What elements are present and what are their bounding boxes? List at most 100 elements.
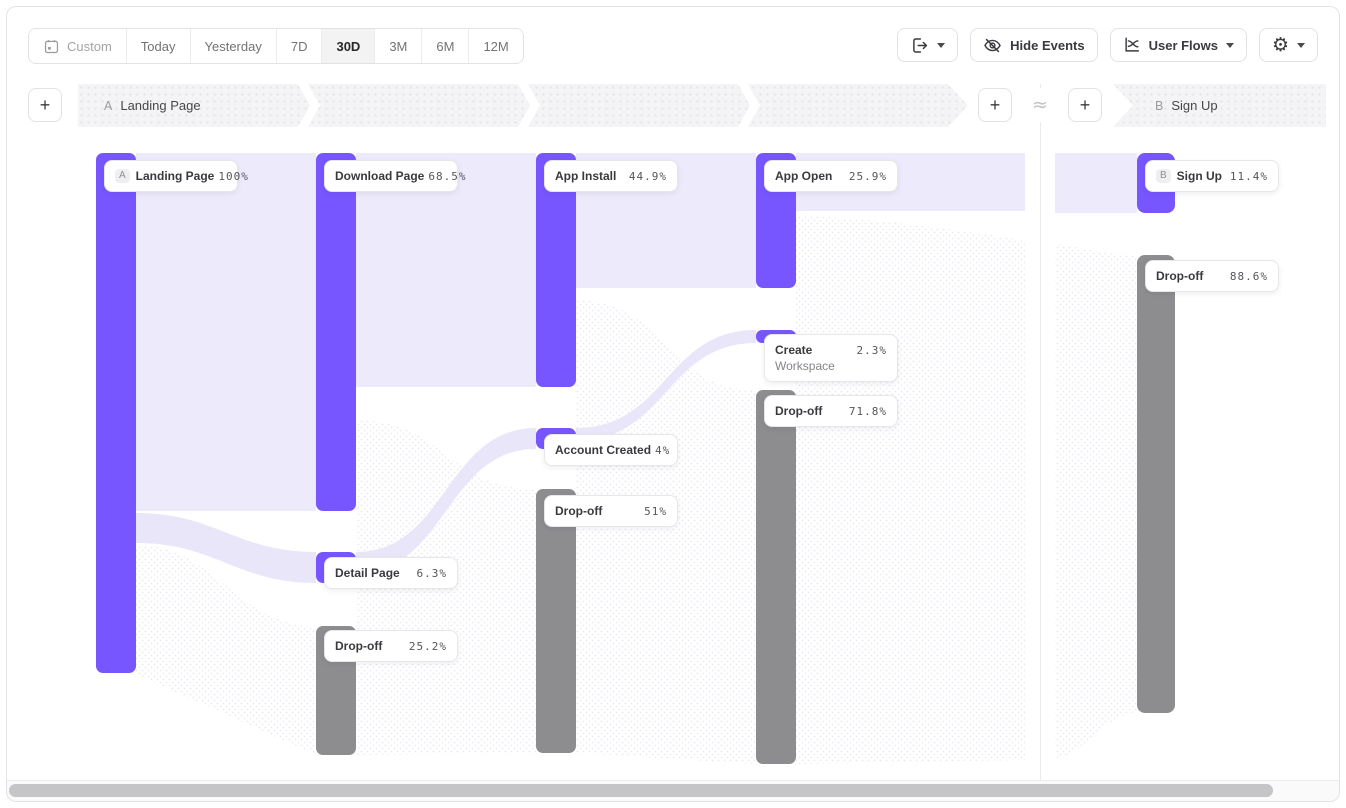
plus-icon: + — [990, 95, 1001, 116]
node-card-detail-page[interactable]: Detail Page 6.3% — [324, 557, 458, 589]
add-step-before-b-button[interactable]: + — [1068, 88, 1102, 122]
node-card-app-install[interactable]: App Install 44.9% — [544, 160, 678, 192]
node-card-app-open[interactable]: App Open 25.9% — [764, 160, 898, 192]
node-percent: 6.3% — [417, 567, 448, 580]
flow-landing-download — [136, 153, 316, 511]
date-range-label: 12M — [483, 39, 508, 54]
node-bar-landing-page[interactable] — [96, 153, 136, 673]
node-percent: 100% — [218, 170, 249, 183]
path-letter-badge: B — [1156, 169, 1171, 183]
node-card-dropoff-sign-up[interactable]: Drop-off 88.6% — [1145, 260, 1279, 292]
path-b-header-label: B Sign Up — [1155, 84, 1218, 127]
flow-appinstall-dropoff — [576, 300, 756, 764]
node-percent: 25.9% — [849, 170, 887, 183]
chevron-separator-icon — [738, 84, 760, 127]
calendar-icon — [43, 38, 60, 55]
node-card-dropoff-app-open[interactable]: Drop-off 71.8% — [764, 395, 898, 427]
node-label: Drop-off — [775, 404, 822, 418]
node-bar-dropoff-sign-up[interactable] — [1137, 255, 1175, 713]
hide-events-button[interactable]: Hide Events — [970, 28, 1097, 62]
node-percent: 51% — [644, 505, 667, 518]
node-bar-download-page[interactable] — [316, 153, 356, 511]
node-percent: 4% — [655, 444, 670, 457]
date-range-label: 3M — [389, 39, 407, 54]
node-card-create-workspace[interactable]: Create 2.3% Workspace — [764, 334, 898, 382]
date-range-custom[interactable]: Custom — [29, 29, 126, 63]
node-label: App Open — [775, 169, 832, 183]
date-range-label: Today — [141, 39, 176, 54]
date-range-label: Custom — [67, 39, 112, 54]
node-label: Account Created — [555, 443, 651, 457]
chevron-separator-icon — [298, 84, 320, 127]
node-label: Download Page — [335, 169, 424, 183]
node-label: Create — [775, 343, 812, 357]
date-range-6m[interactable]: 6M — [421, 29, 468, 63]
date-range-label: 7D — [291, 39, 308, 54]
path-letter-badge: A — [115, 169, 130, 183]
add-step-before-a-button[interactable]: + — [28, 88, 62, 122]
chevron-separator-icon — [518, 84, 540, 127]
eye-off-icon — [983, 36, 1002, 55]
date-range-picker: Custom Today Yesterday 7D 30D 3M 6M 12M — [28, 28, 524, 64]
flow-appopen-dropoff-edge — [796, 215, 1025, 764]
date-range-12m[interactable]: 12M — [468, 29, 522, 63]
user-flows-label: User Flows — [1149, 38, 1218, 53]
node-label: Sign Up — [1177, 169, 1222, 183]
node-percent: 2.3% — [857, 344, 888, 357]
node-percent: 25.2% — [409, 640, 447, 653]
horizontal-scrollbar-thumb[interactable] — [9, 784, 1273, 797]
plus-icon: + — [1080, 95, 1091, 116]
date-range-today[interactable]: Today — [126, 29, 190, 63]
node-card-landing-page[interactable]: A Landing Page 100% — [104, 160, 238, 192]
node-percent: 44.9% — [629, 170, 667, 183]
report-actions-toolbar: Hide Events User Flows ⚙ — [897, 28, 1318, 62]
node-label: Drop-off — [1156, 269, 1203, 283]
path-a-title: Landing Page — [120, 98, 200, 113]
path-b-header-band: B Sign Up — [1113, 84, 1326, 127]
node-percent: 71.8% — [849, 405, 887, 418]
date-range-label: 6M — [436, 39, 454, 54]
settings-dropdown[interactable]: ⚙ — [1259, 28, 1318, 62]
node-percent: 88.6% — [1230, 270, 1268, 283]
path-a-letter: A — [104, 99, 112, 113]
node-label-line2: Workspace — [775, 359, 887, 373]
node-label: App Install — [555, 169, 616, 183]
date-range-3m[interactable]: 3M — [374, 29, 421, 63]
node-percent: 11.4% — [1230, 170, 1268, 183]
date-range-label: 30D — [336, 39, 360, 54]
chevron-down-icon — [1297, 43, 1305, 48]
node-title: A Landing Page — [115, 169, 214, 183]
date-range-30d-selected[interactable]: 30D — [321, 29, 374, 63]
node-label: Landing Page — [136, 169, 215, 183]
flow-edge-signup — [1055, 153, 1137, 213]
section-divider — [1040, 84, 1041, 782]
add-step-after-a-button[interactable]: + — [978, 88, 1012, 122]
node-card-dropoff-app-install[interactable]: Drop-off 51% — [544, 495, 678, 527]
node-card-dropoff-download[interactable]: Drop-off 25.2% — [324, 630, 458, 662]
node-bar-dropoff-app-install[interactable] — [536, 489, 576, 753]
node-percent: 68.5% — [428, 170, 466, 183]
date-range-label: Yesterday — [205, 39, 262, 54]
node-label: Drop-off — [555, 504, 602, 518]
node-card-download-page[interactable]: Download Page 68.5% — [324, 160, 458, 192]
path-b-letter: B — [1155, 99, 1163, 113]
node-label: Detail Page — [335, 566, 400, 580]
path-a-header-label: A Landing Page — [104, 84, 201, 127]
node-card-sign-up[interactable]: B Sign Up 11.4% — [1145, 160, 1279, 192]
flow-signup-dropoff — [1055, 244, 1137, 758]
node-label: Drop-off — [335, 639, 382, 653]
export-icon — [910, 36, 929, 55]
node-card-account-created[interactable]: Account Created 4% — [544, 434, 678, 466]
export-button[interactable] — [897, 28, 958, 62]
horizontal-scrollbar-track[interactable] — [7, 780, 1339, 801]
user-flows-report: Custom Today Yesterday 7D 30D 3M 6M 12M … — [0, 0, 1346, 808]
flows-chart-icon — [1123, 36, 1141, 54]
date-range-7d[interactable]: 7D — [276, 29, 322, 63]
chevron-down-icon — [937, 43, 945, 48]
node-bar-dropoff-app-open[interactable] — [756, 390, 796, 764]
date-range-yesterday[interactable]: Yesterday — [190, 29, 276, 63]
node-title: B Sign Up — [1156, 169, 1222, 183]
hide-events-label: Hide Events — [1010, 38, 1084, 53]
user-flows-dropdown[interactable]: User Flows — [1110, 28, 1247, 62]
gear-icon: ⚙ — [1272, 36, 1289, 55]
